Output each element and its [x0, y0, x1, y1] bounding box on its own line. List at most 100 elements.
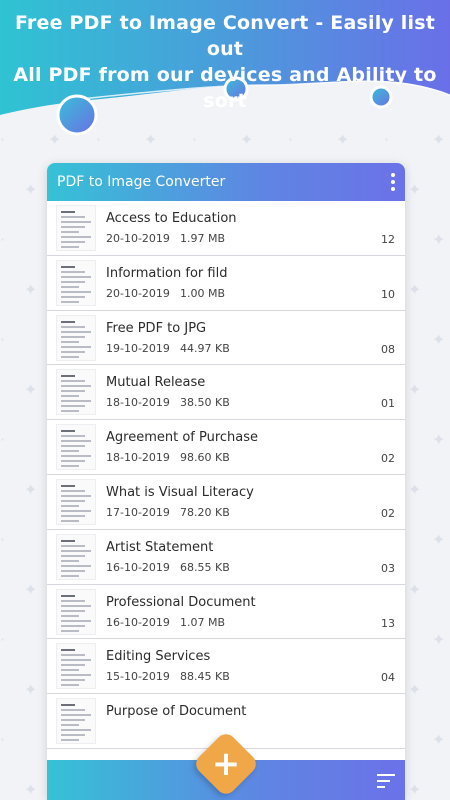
- pdf-thumbnail: [56, 259, 96, 306]
- pdf-thumbnail: [56, 369, 96, 416]
- file-size: 88.45 KB: [180, 670, 230, 684]
- file-date: 16-10-2019: [106, 560, 170, 574]
- pdf-thumbnail: [56, 314, 96, 361]
- file-date: 19-10-2019: [106, 341, 170, 355]
- file-name: Artist Statement: [106, 539, 214, 555]
- sparkle-decoration: ✦: [408, 280, 422, 299]
- file-page-count: 02: [381, 452, 395, 466]
- sparkle-decoration: ✦: [432, 730, 446, 749]
- sparkle-decoration: ✦: [336, 130, 350, 149]
- headline-line-1: Free PDF to Image Convert - Easily list …: [14, 12, 436, 60]
- file-page-count: 04: [381, 671, 395, 685]
- file-date: 20-10-2019: [106, 286, 170, 300]
- pdf-thumbnail: [56, 533, 96, 580]
- sparkle-decoration: ✦: [408, 780, 422, 799]
- more-vert-icon[interactable]: [389, 173, 397, 191]
- file-list-item[interactable]: Artist Statement 16-10-2019 68.55 KB 03: [47, 530, 405, 585]
- sparkle-decoration: ·: [96, 130, 102, 149]
- file-date: 17-10-2019: [106, 505, 170, 519]
- file-list-item[interactable]: Professional Document 16-10-2019 1.07 MB 13: [47, 585, 405, 640]
- sparkle-decoration: ✦: [24, 780, 38, 799]
- file-name: Purpose of Document: [106, 704, 247, 720]
- file-list: Access to Education 20-10-2019 1.97 MB 12 In…: [47, 201, 405, 749]
- pdf-thumbnail: [56, 643, 96, 690]
- pdf-thumbnail: [56, 478, 96, 525]
- file-name: Professional Document: [106, 594, 256, 610]
- file-size: 44.97 KB: [180, 341, 230, 355]
- sparkle-decoration: ✦: [432, 430, 446, 449]
- sparkle-decoration: ·: [0, 530, 6, 549]
- sparkle-decoration: ✦: [408, 180, 422, 199]
- file-date: 18-10-2019: [106, 451, 170, 465]
- file-name: What is Visual Literacy: [106, 484, 254, 500]
- pdf-thumbnail: [56, 424, 96, 471]
- file-page-count: 12: [381, 233, 395, 246]
- file-size: 98.60 KB: [180, 451, 230, 465]
- sparkle-decoration: ·: [0, 230, 6, 249]
- sparkle-decoration: ·: [0, 630, 6, 649]
- sparkle-decoration: ✦: [408, 680, 422, 699]
- file-list-item[interactable]: Free PDF to JPG 19-10-2019 44.97 KB 08: [47, 311, 405, 366]
- sparkle-decoration: ·: [288, 130, 294, 149]
- file-date: 16-10-2019: [106, 615, 170, 629]
- file-list-item[interactable]: Editing Services 15-10-2019 88.45 KB 04: [47, 639, 405, 695]
- file-size: 38.50 KB: [180, 396, 230, 410]
- file-size: 78.20 KB: [180, 505, 230, 519]
- headline-line-2: All PDF from our devices and Ability to …: [13, 64, 437, 112]
- sparkle-decoration: ✦: [432, 530, 446, 549]
- sparkle-decoration: ✦: [432, 630, 446, 649]
- sparkle-decoration: ✦: [408, 380, 422, 399]
- sparkle-decoration: ✦: [432, 130, 446, 149]
- sparkle-decoration: ·: [0, 330, 6, 349]
- app-screen: PDF to Image Converter Access to Educati…: [47, 163, 405, 800]
- file-size: 68.55 KB: [180, 560, 230, 574]
- pdf-thumbnail: [56, 205, 96, 251]
- file-size: 1.00 MB: [180, 286, 226, 300]
- sparkle-decoration: ✦: [48, 130, 62, 149]
- file-page-count: 02: [381, 506, 395, 520]
- sparkle-decoration: ✦: [24, 280, 38, 299]
- headline: Free PDF to Image Convert - Easily list …: [0, 10, 450, 114]
- sparkle-decoration: ·: [192, 130, 198, 149]
- file-size: 1.07 MB: [180, 615, 226, 629]
- sparkle-decoration: ✦: [144, 130, 158, 149]
- file-name: Access to Education: [106, 211, 237, 226]
- pdf-thumbnail: [56, 698, 96, 745]
- sparkle-decoration: ✦: [408, 480, 422, 499]
- file-date: 20-10-2019: [106, 232, 170, 245]
- plus-icon[interactable]: +: [202, 740, 250, 788]
- sparkle-decoration: ✦: [24, 680, 38, 699]
- file-list-item[interactable]: What is Visual Literacy 17-10-2019 78.20 K…: [47, 475, 405, 530]
- sparkle-decoration: ✦: [24, 380, 38, 399]
- file-date: 18-10-2019: [106, 396, 170, 410]
- file-page-count: 10: [381, 287, 395, 301]
- sparkle-decoration: ·: [0, 130, 6, 149]
- file-list-item[interactable]: Mutual Release 18-10-2019 38.50 KB 01: [47, 365, 405, 421]
- sparkle-decoration: ✦: [24, 180, 38, 199]
- sort-icon[interactable]: [377, 774, 395, 788]
- file-list-item[interactable]: Access to Education 20-10-2019 1.97 MB 12: [47, 201, 405, 256]
- file-page-count: 03: [381, 561, 395, 575]
- sparkle-decoration: ·: [384, 130, 390, 149]
- sparkle-decoration: ·: [0, 430, 6, 449]
- sparkle-decoration: ✦: [24, 580, 38, 599]
- sparkle-decoration: ·: [0, 730, 6, 749]
- file-name: Free PDF to JPG: [106, 320, 207, 336]
- sparkle-decoration: ✦: [432, 230, 446, 249]
- sparkle-decoration: ✦: [24, 480, 38, 499]
- file-page-count: 08: [381, 342, 395, 356]
- file-page-count: 01: [381, 397, 395, 411]
- file-size: 1.97 MB: [180, 232, 226, 245]
- app-bar: PDF to Image Converter: [47, 163, 405, 201]
- file-name: Agreement of Purchase: [106, 430, 259, 446]
- sparkle-decoration: ✦: [432, 330, 446, 349]
- file-name: Editing Services: [106, 649, 211, 665]
- app-title: PDF to Image Converter: [57, 174, 226, 190]
- pdf-thumbnail: [56, 588, 96, 635]
- file-list-item[interactable]: Agreement of Purchase 18-10-2019 98.60 KB 0…: [47, 420, 405, 475]
- file-list-item[interactable]: Information for fild 20-10-2019 1.00 MB 10: [47, 256, 405, 311]
- sparkle-decoration: ✦: [240, 130, 254, 149]
- file-date: 15-10-2019: [106, 670, 170, 684]
- sparkle-decoration: ✦: [408, 580, 422, 599]
- file-name: Information for fild: [106, 265, 228, 281]
